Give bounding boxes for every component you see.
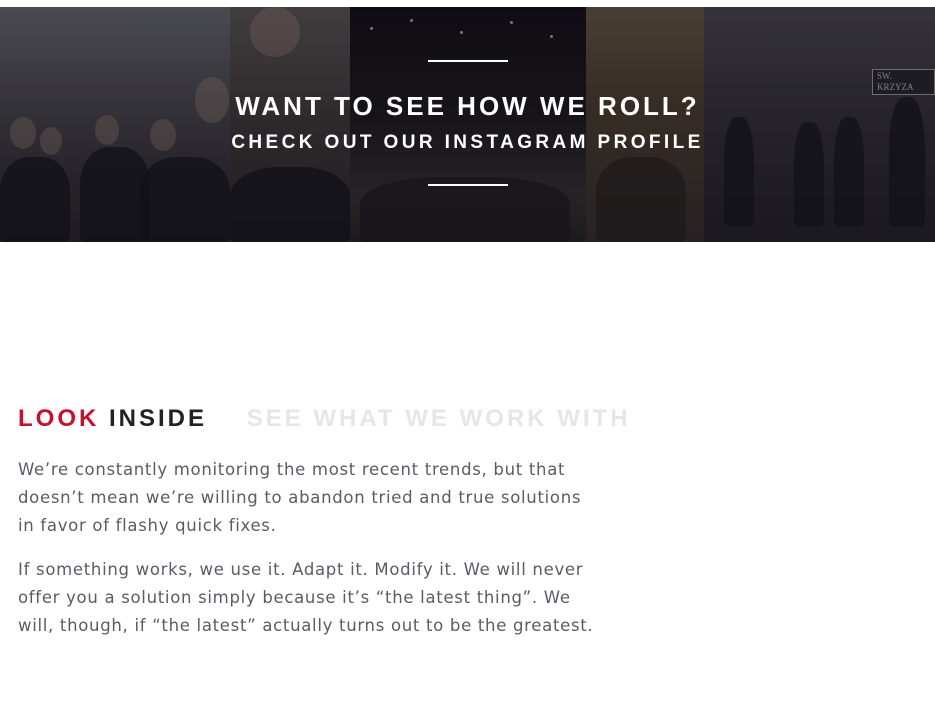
banner-overlay [0,7,935,242]
banner-subtitle[interactable]: CHECK OUT OUR INSTAGRAM PROFILE [0,131,935,155]
tab-look-inside[interactable]: LOOK INSIDE [18,403,207,435]
banner-rule-bottom [428,184,508,186]
tab-look-inside-word-1: LOOK [18,405,100,432]
top-strip [0,0,935,7]
tab-see-what-we-work-with[interactable]: SEE WHAT WE WORK WITH [247,403,631,435]
paragraph: We’re constantly monitoring the most rec… [18,460,582,535]
section-tabs: LOOK INSIDE SEE WHAT WE WORK WITH [18,403,631,435]
banner-title: WANT TO SEE HOW WE ROLL? [235,91,700,121]
instagram-banner[interactable]: SW. KRZYZA WANT TO SEE HOW WE ROLL? CHEC… [0,7,935,242]
banner-rule-top [428,60,508,62]
paragraph: If something works, we use it. Adapt it.… [18,560,594,635]
section-copy: We’re constantly monitoring the most rec… [18,456,603,656]
tab-look-inside-word-2: INSIDE [109,405,208,432]
